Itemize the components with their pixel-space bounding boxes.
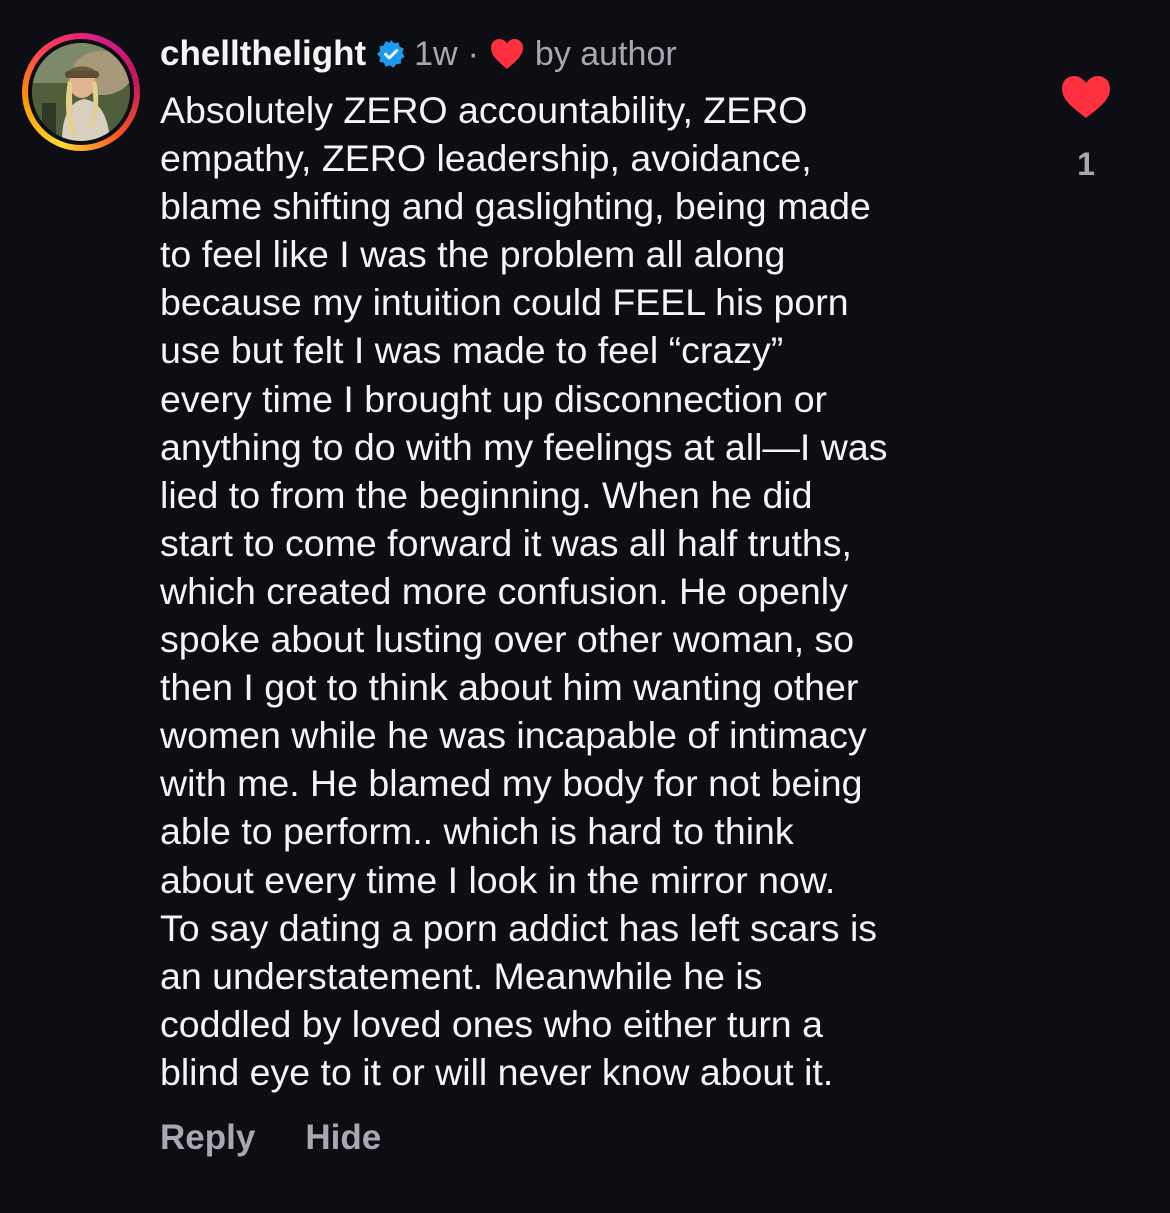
comment-line: empathy, ZERO leadership, avoidance, (160, 137, 812, 180)
like-heart-icon[interactable] (1060, 74, 1112, 120)
avatar-image (32, 43, 130, 141)
comment-line: because my intuition could FEEL his porn (160, 281, 849, 324)
comment-line: anything to do with my feelings at all—I… (160, 425, 888, 468)
liked-by-author-label: by author (534, 34, 677, 73)
comment-text: Absolutely ZERO accountability, ZERO emp… (160, 86, 1020, 1096)
comment-line: use but felt I was made to feel “crazy” (160, 329, 784, 372)
comment-line: lied to from the beginning. When he did (160, 473, 813, 516)
comment-line: an understatement. Meanwhile he is (160, 954, 763, 997)
reply-button[interactable]: Reply (160, 1118, 255, 1158)
author-liked-heart-icon (489, 37, 525, 71)
hide-button[interactable]: Hide (305, 1118, 381, 1158)
comment-line: Absolutely ZERO accountability, ZERO (160, 89, 808, 131)
comment-line: to feel like I was the problem all along (160, 233, 786, 276)
comment-line: blame shifting and gaslighting, being ma… (160, 185, 871, 228)
separator-dot: · (467, 34, 479, 73)
verified-badge-icon (376, 39, 406, 69)
comment-line: which created more confusion. He openly (160, 569, 848, 612)
like-count: 1 (1077, 146, 1095, 182)
comment-line: about every time I look in the mirror no… (160, 858, 836, 901)
comment-line: To say dating a porn addict has left sca… (160, 906, 878, 949)
comment-line: blind eye to it or will never know about… (160, 1050, 834, 1093)
comment-header: chellthelight 1w · by author (160, 30, 677, 78)
comment-line: with me. He blamed my body for not being (160, 762, 863, 805)
comment-line: able to perform.. which is hard to think (160, 810, 794, 853)
comment-line: spoke about lusting over other woman, so (160, 618, 855, 661)
avatar[interactable] (22, 33, 140, 151)
comment-line: start to come forward it was all half tr… (160, 521, 852, 564)
comment-line: every time I brought up disconnection or (160, 377, 828, 420)
comment-line: then I got to think about him wanting ot… (160, 666, 859, 709)
comment-line: coddled by loved ones who either turn a (160, 1002, 823, 1045)
comment-actions: Reply Hide (160, 1118, 381, 1158)
timestamp: 1w (414, 34, 458, 73)
comment-line: women while he was incapable of intimacy (160, 714, 867, 757)
username[interactable]: chellthelight (160, 34, 366, 74)
